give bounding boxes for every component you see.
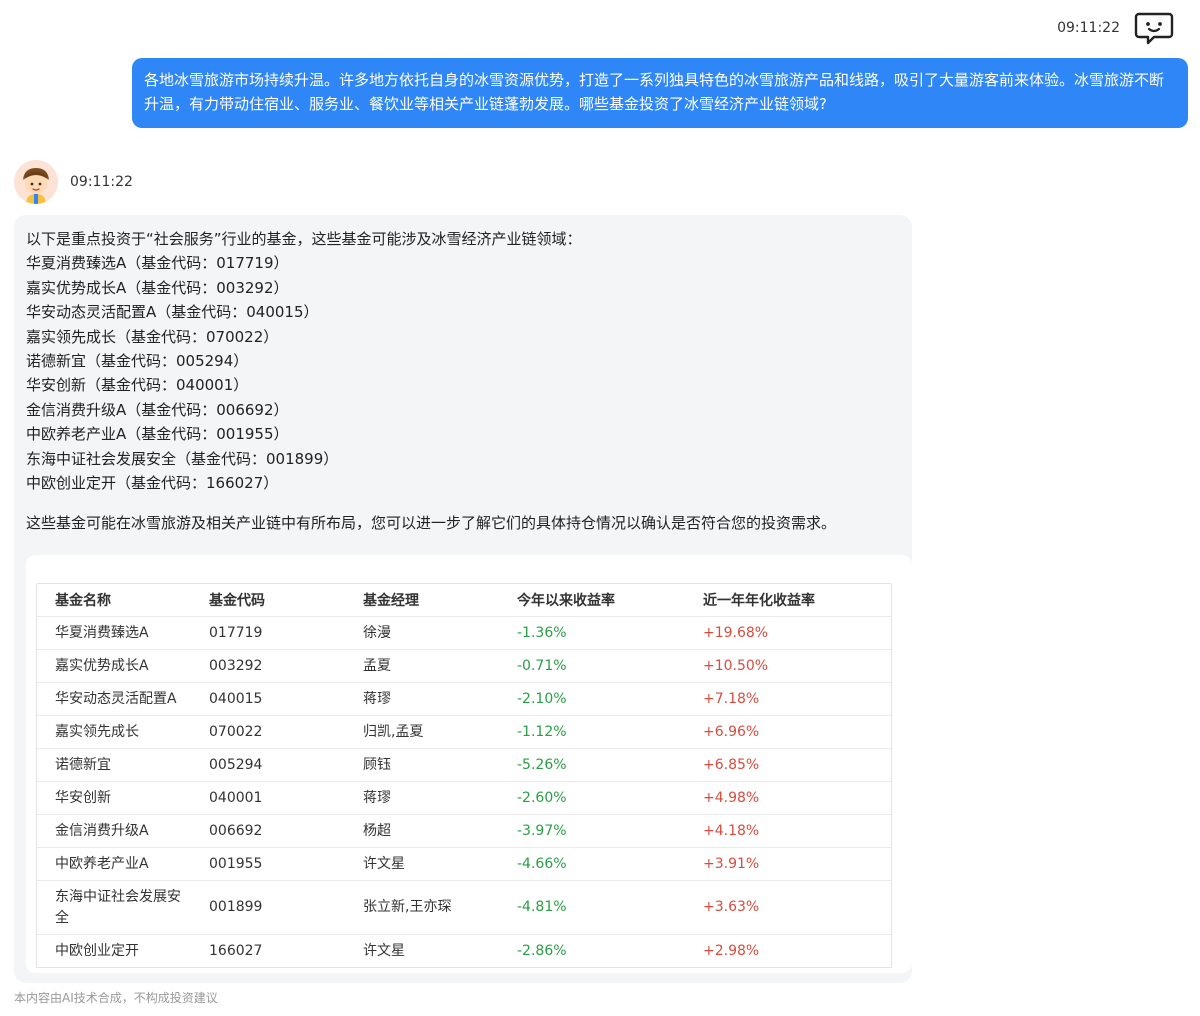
fund-name-cell: 中欧创业定开 (37, 934, 191, 967)
fund-manager-cell: 顾钰 (345, 748, 499, 782)
fund-table: 基金名称 基金代码 基金经理 今年以来收益率 近一年年化收益率 华夏消费臻选A … (37, 584, 891, 967)
table-row: 嘉实优势成长A 003292 孟夏 -0.71% +10.50% (37, 649, 891, 683)
fund-line: 嘉实领先成长（基金代码：070022） (26, 327, 279, 346)
answer-closing: 这些基金可能在冰雪旅游及相关产业链中有所布局，您可以进一步了解它们的具体持仓情况… (26, 514, 837, 533)
ytd-return-cell: -1.12% (499, 715, 685, 749)
fund-line: 华夏消费臻选A（基金代码：017719） (26, 254, 289, 273)
fund-code-cell: 166027 (191, 934, 345, 967)
ytd-return-cell: -4.66% (499, 847, 685, 881)
1y-return-cell: +3.63% (685, 880, 891, 935)
header-fund-code: 基金代码 (209, 593, 265, 609)
answer-intro: 以下是重点投资于“社会服务”行业的基金，这些基金可能涉及冰雪经济产业链领域： (26, 230, 582, 248)
1y-return-cell: +3.91% (685, 847, 891, 881)
chat-page: 09:11:22 各地冰雪旅游市场持续升温。许多地方依托自身的冰雪资源优势，打造… (0, 0, 1200, 1016)
fund-code-cell: 006692 (191, 814, 345, 848)
fund-manager-cell: 徐漫 (345, 616, 499, 650)
fund-name-cell: 诺德新宜 (37, 748, 191, 782)
fund-manager-cell: 归凯,孟夏 (345, 715, 499, 749)
fund-table-wrapper: 基金名称 基金代码 基金经理 今年以来收益率 近一年年化收益率 华夏消费臻选A … (36, 583, 892, 968)
fund-manager-cell: 张立新,王亦琛 (345, 880, 499, 935)
assistant-answer: 以下是重点投资于“社会服务”行业的基金，这些基金可能涉及冰雪经济产业链领域： 华… (26, 227, 900, 536)
ytd-return-cell: -2.10% (499, 682, 685, 716)
fund-name-cell: 金信消费升级A (37, 814, 191, 848)
fund-manager-cell: 蒋璆 (345, 781, 499, 815)
header-fund-manager: 基金经理 (363, 593, 419, 609)
fund-code-cell: 040015 (191, 682, 345, 716)
ytd-return-cell: -0.71% (499, 649, 685, 683)
fund-manager-cell: 孟夏 (345, 649, 499, 683)
fund-code-cell: 005294 (191, 748, 345, 782)
fund-name-cell: 嘉实领先成长 (37, 715, 191, 749)
fund-line: 东海中证社会发展安全（基金代码：001899） (26, 449, 339, 468)
1y-return-cell: +4.18% (685, 814, 891, 848)
fund-name-cell: 华安动态灵活配置A (37, 682, 191, 716)
fund-name-cell: 华安创新 (37, 781, 191, 815)
fund-line: 华安创新（基金代码：040001） (26, 376, 249, 395)
fund-name-cell: 华夏消费臻选A (37, 616, 191, 650)
user-message-time: 09:11:22 (1057, 20, 1120, 36)
fund-code-cell: 040001 (191, 781, 345, 815)
avatar (14, 160, 58, 204)
table-row: 金信消费升级A 006692 杨超 -3.97% +4.18% (37, 814, 891, 848)
fund-manager-cell: 杨超 (345, 814, 499, 848)
chat-bot-icon[interactable] (1134, 10, 1174, 46)
fund-name-cell: 嘉实优势成长A (37, 649, 191, 683)
assistant-message-bubble: 以下是重点投资于“社会服务”行业的基金，这些基金可能涉及冰雪经济产业链领域： 华… (14, 215, 912, 983)
assistant-message-meta: 09:11:22 (14, 160, 133, 204)
fund-code-cell: 017719 (191, 616, 345, 650)
table-row: 中欧养老产业A 001955 许文星 -4.66% +3.91% (37, 847, 891, 881)
fund-line: 诺德新宜（基金代码：005294） (26, 352, 249, 371)
ytd-return-cell: -1.36% (499, 616, 685, 650)
ytd-return-cell: -2.60% (499, 781, 685, 815)
1y-return-cell: +2.98% (685, 934, 891, 967)
assistant-message-time: 09:11:22 (70, 174, 133, 190)
user-message-bubble: 各地冰雪旅游市场持续升温。许多地方依托自身的冰雪资源优势，打造了一系列独具特色的… (132, 58, 1188, 128)
table-row: 中欧创业定开 166027 许文星 -2.86% +2.98% (37, 934, 891, 967)
fund-manager-cell: 许文星 (345, 847, 499, 881)
table-header-row: 基金名称 基金代码 基金经理 今年以来收益率 近一年年化收益率 (37, 584, 891, 617)
fund-code-cell: 003292 (191, 649, 345, 683)
fund-code-cell: 001899 (191, 880, 345, 935)
ytd-return-cell: -5.26% (499, 748, 685, 782)
ytd-return-cell: -2.86% (499, 934, 685, 967)
fund-line: 嘉实优势成长A（基金代码：003292） (26, 278, 289, 297)
1y-return-cell: +19.68% (685, 616, 891, 650)
fund-manager-cell: 许文星 (345, 934, 499, 967)
fund-table-card: 基金名称 基金代码 基金经理 今年以来收益率 近一年年化收益率 华夏消费臻选A … (26, 555, 912, 973)
1y-return-cell: +6.96% (685, 715, 891, 749)
header-fund-name: 基金名称 (55, 593, 111, 609)
fund-line: 中欧养老产业A（基金代码：001955） (26, 425, 289, 444)
1y-return-cell: +4.98% (685, 781, 891, 815)
fund-line: 中欧创业定开（基金代码：166027） (26, 474, 279, 493)
ai-disclaimer: 本内容由AI技术合成，不构成投资建议 (14, 991, 218, 1005)
fund-code-cell: 070022 (191, 715, 345, 749)
table-row: 华安动态灵活配置A 040015 蒋璆 -2.10% +7.18% (37, 682, 891, 716)
fund-name-cell: 中欧养老产业A (37, 847, 191, 881)
ytd-return-cell: -3.97% (499, 814, 685, 848)
fund-line: 华安动态灵活配置A（基金代码：040015） (26, 303, 319, 322)
table-row: 诺德新宜 005294 顾钰 -5.26% +6.85% (37, 748, 891, 782)
table-row: 华安创新 040001 蒋璆 -2.60% +4.98% (37, 781, 891, 815)
fund-name-cell: 东海中证社会发展安全 (37, 880, 191, 935)
table-row: 东海中证社会发展安全 001899 张立新,王亦琛 -4.81% +3.63% (37, 880, 891, 935)
fund-line: 金信消费升级A（基金代码：006692） (26, 400, 289, 419)
1y-return-cell: +7.18% (685, 682, 891, 716)
1y-return-cell: +6.85% (685, 748, 891, 782)
fund-code-cell: 001955 (191, 847, 345, 881)
user-message-meta: 09:11:22 (1057, 10, 1174, 46)
ytd-return-cell: -4.81% (499, 880, 685, 935)
header-ytd-return: 今年以来收益率 (517, 593, 615, 609)
fund-manager-cell: 蒋璆 (345, 682, 499, 716)
table-row: 华夏消费臻选A 017719 徐漫 -1.36% +19.68% (37, 616, 891, 650)
1y-return-cell: +10.50% (685, 649, 891, 683)
table-row: 嘉实领先成长 070022 归凯,孟夏 -1.12% +6.96% (37, 715, 891, 749)
header-1y-return: 近一年年化收益率 (703, 593, 815, 609)
